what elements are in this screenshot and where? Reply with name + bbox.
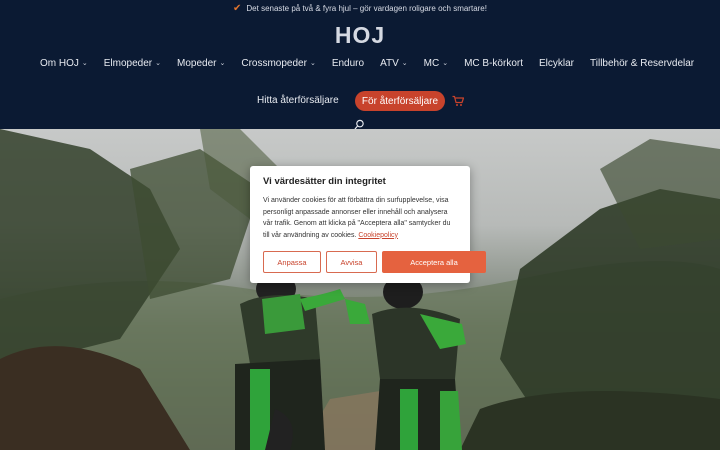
accept-all-button[interactable]: Acceptera alla — [382, 251, 486, 273]
cookie-body: Vi använder cookies för att förbättra di… — [263, 195, 457, 241]
cookie-title: Vi värdesätter din integritet — [263, 176, 386, 187]
nav-item-crossmopeder[interactable]: Crossmopeder ⌄ — [241, 58, 315, 69]
nav-item-tillbehor[interactable]: Tillbehör & Reservdelar — [590, 58, 694, 69]
cookie-consent-dialog: Vi värdesätter din integritet Vi använde… — [250, 166, 486, 283]
main-nav: Om HOJ ⌄ Elmopeder ⌄ Mopeder ⌄ Crossmope… — [40, 56, 694, 70]
cart-icon[interactable] — [452, 95, 464, 107]
cookie-buttons: Anpassa Avvisa Acceptera alla — [263, 251, 486, 273]
logo[interactable]: HOJ — [0, 22, 720, 49]
nav-item-mopeder[interactable]: Mopeder ⌄ — [177, 58, 225, 69]
nav-item-elmopeder[interactable]: Elmopeder ⌄ — [104, 58, 161, 69]
nav-item-atv[interactable]: ATV ⌄ — [380, 58, 408, 69]
announcement-text: Det senaste på två & fyra hjul – gör var… — [246, 4, 487, 13]
checkmark-icon: ✔ — [233, 2, 242, 14]
nav-item-label: Elcyklar — [539, 57, 575, 69]
cookie-policy-link[interactable]: Cookiepolicy — [358, 232, 398, 239]
nav-item-elcyklar[interactable]: Elcyklar — [539, 58, 574, 69]
find-dealer-link[interactable]: Hitta återförsäljare — [257, 95, 339, 106]
chevron-down-icon: ⌄ — [219, 60, 226, 67]
nav-item-mc-b-korkort[interactable]: MC B-körkort — [464, 58, 523, 69]
nav-item-mc[interactable]: MC ⌄ — [424, 58, 448, 69]
chevron-down-icon: ⌄ — [309, 60, 316, 67]
nav-item-label: ATV — [380, 57, 399, 69]
nav-item-om-hoj[interactable]: Om HOJ ⌄ — [40, 58, 88, 69]
announcement-bar: ✔ Det senaste på två & fyra hjul – gör v… — [0, 0, 720, 17]
site-header: HOJ Om HOJ ⌄ Elmopeder ⌄ Mopeder ⌄ Cross… — [0, 17, 720, 130]
nav-item-enduro[interactable]: Enduro — [332, 58, 364, 69]
nav-item-label: Mopeder — [177, 57, 217, 69]
for-dealer-button[interactable]: För återförsäljare — [355, 91, 445, 111]
chevron-down-icon: ⌄ — [81, 60, 88, 67]
reject-button[interactable]: Avvisa — [326, 251, 377, 273]
nav-item-label: Tillbehör & Reservdelar — [590, 57, 695, 69]
nav-item-label: Enduro — [331, 57, 365, 69]
chevron-down-icon: ⌄ — [442, 60, 449, 67]
cookie-body-text: Vi använder cookies för att förbättra di… — [263, 197, 451, 239]
nav-item-label: MC — [423, 57, 440, 69]
nav-item-label: Om HOJ — [40, 57, 79, 69]
customize-button[interactable]: Anpassa — [263, 251, 321, 273]
chevron-down-icon: ⌄ — [155, 60, 161, 67]
nav-item-label: MC B-körkort — [464, 57, 523, 69]
nav-item-label: Elmopeder — [103, 57, 153, 69]
chevron-down-icon: ⌄ — [401, 60, 408, 67]
nav-item-label: Crossmopeder — [241, 57, 307, 69]
